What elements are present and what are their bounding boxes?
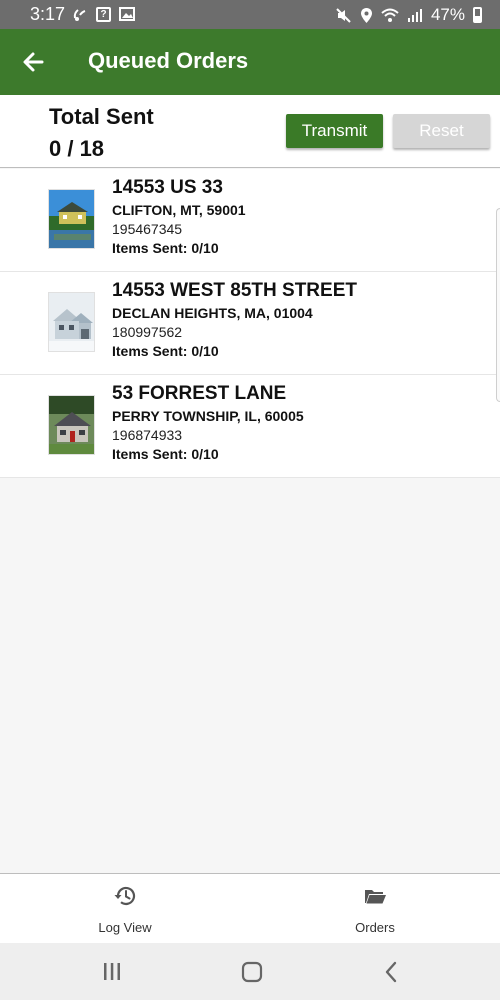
order-item[interactable]: 53 FORREST LANE PERRY TOWNSHIP, IL, 6000… bbox=[0, 375, 500, 478]
battery-percent: 47% bbox=[430, 5, 465, 24]
order-number: 196874933 bbox=[112, 427, 183, 443]
house-thumbnail bbox=[48, 189, 95, 249]
signal-icon bbox=[407, 8, 422, 22]
mute-icon bbox=[336, 7, 351, 23]
phone-wifi-icon bbox=[73, 9, 86, 21]
total-sent-value: 0 / 18 bbox=[49, 136, 105, 161]
help-icon: ? bbox=[96, 6, 111, 22]
wifi-icon bbox=[381, 8, 399, 22]
order-item[interactable]: 14553 WEST 85TH STREET DECLAN HEIGHTS, M… bbox=[0, 272, 500, 375]
back-button[interactable] bbox=[18, 46, 52, 78]
folder-open-icon bbox=[365, 890, 386, 904]
location-icon bbox=[360, 7, 372, 23]
system-nav-bar bbox=[0, 943, 500, 1000]
total-sent-label: Total Sent bbox=[49, 104, 154, 129]
order-street: 14553 US 33 bbox=[112, 177, 223, 198]
house-thumbnail bbox=[48, 395, 95, 455]
order-number: 180997562 bbox=[112, 324, 183, 340]
order-city: PERRY TOWNSHIP, IL, 60005 bbox=[112, 408, 304, 424]
status-bar: 3:17 ? 47% bbox=[0, 0, 500, 29]
history-icon bbox=[114, 886, 136, 906]
back-icon[interactable] bbox=[379, 959, 405, 985]
transmit-button[interactable]: Transmit bbox=[286, 114, 383, 148]
order-street: 53 FORREST LANE bbox=[112, 383, 287, 404]
nav-orders-label: Orders bbox=[355, 920, 395, 935]
order-items-sent: Items Sent: 0/10 bbox=[112, 240, 219, 256]
order-items-sent: Items Sent: 0/10 bbox=[112, 343, 219, 359]
order-item[interactable]: 14553 US 33 CLIFTON, MT, 59001 195467345… bbox=[0, 169, 500, 272]
arrow-left-icon bbox=[23, 52, 44, 72]
app-bar: Queued Orders bbox=[0, 29, 500, 95]
nav-log-view-label: Log View bbox=[98, 920, 152, 935]
battery-icon bbox=[473, 7, 482, 23]
page-title: Queued Orders bbox=[88, 48, 249, 73]
total-sent-summary: Total Sent 0 / 18 Transmit Reset bbox=[0, 95, 500, 168]
order-list: 14553 US 33 CLIFTON, MT, 59001 195467345… bbox=[0, 169, 500, 478]
edge-panel-handle[interactable] bbox=[496, 208, 500, 402]
reset-button[interactable]: Reset bbox=[393, 114, 490, 148]
nav-log-view[interactable]: Log View bbox=[0, 874, 250, 944]
bottom-nav: Log View Orders bbox=[0, 873, 500, 943]
image-icon bbox=[119, 7, 135, 21]
order-number: 195467345 bbox=[112, 221, 183, 237]
order-city: DECLAN HEIGHTS, MA, 01004 bbox=[112, 305, 313, 321]
home-icon[interactable] bbox=[239, 959, 265, 985]
order-city: CLIFTON, MT, 59001 bbox=[112, 202, 246, 218]
recent-apps-icon[interactable] bbox=[99, 959, 125, 985]
nav-orders[interactable]: Orders bbox=[250, 874, 500, 944]
house-thumbnail bbox=[48, 292, 95, 352]
order-items-sent: Items Sent: 0/10 bbox=[112, 446, 219, 462]
order-street: 14553 WEST 85TH STREET bbox=[112, 280, 357, 301]
status-time: 3:17 bbox=[30, 4, 66, 24]
